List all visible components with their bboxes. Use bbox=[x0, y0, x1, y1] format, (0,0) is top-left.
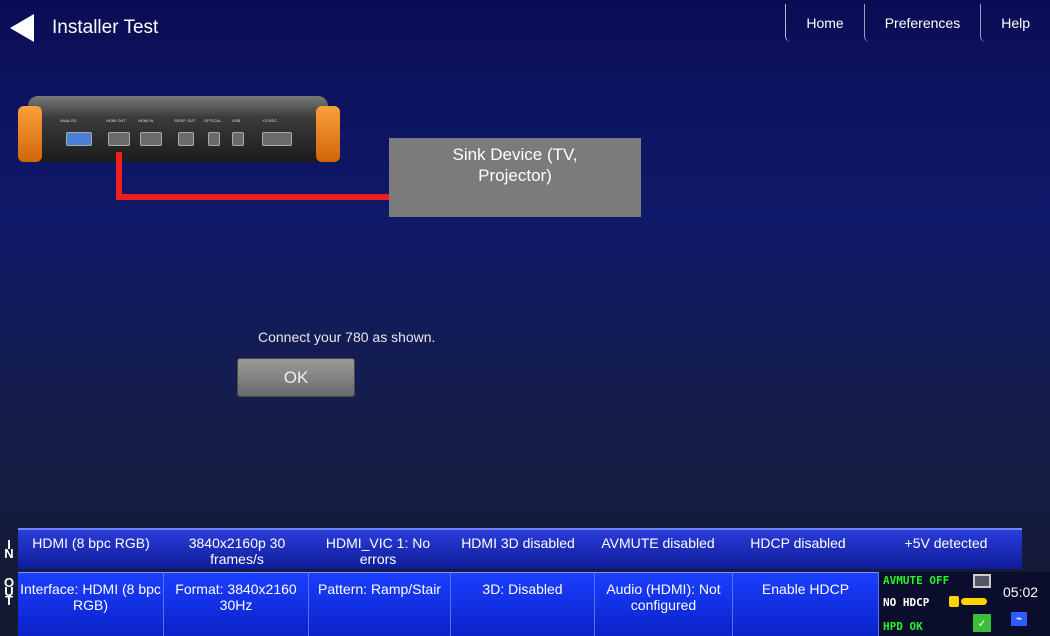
input-avmute: AVMUTE disabled bbox=[601, 535, 715, 551]
port-label: HDMI IN bbox=[138, 118, 154, 123]
port-label: +12VDC bbox=[262, 118, 278, 123]
output-status-bar: Interface: HDMI (8 bpc RGB) Format: 3840… bbox=[18, 572, 1050, 636]
header: Installer Test Home Preferences Help bbox=[0, 0, 1050, 46]
key-icon[interactable] bbox=[961, 598, 987, 605]
input-3d: HDMI 3D disabled bbox=[461, 535, 575, 551]
format-button[interactable]: Format: 3840x2160 30Hz bbox=[164, 572, 309, 636]
left-bumper bbox=[18, 106, 42, 162]
device-top-panel bbox=[28, 96, 328, 118]
page-title: Installer Test bbox=[52, 17, 159, 38]
enable-hdcp-button[interactable]: Enable HDCP bbox=[733, 572, 879, 636]
device-image: ANALOG HDMI OUT HDMI IN SPDIF OUT OPTICA… bbox=[18, 96, 340, 162]
sink-device-box: Sink Device (TV, Projector) bbox=[389, 138, 641, 217]
input-vic: HDMI_VIC 1: No errors bbox=[325, 535, 431, 567]
interface-button[interactable]: Interface: HDMI (8 bpc RGB) bbox=[18, 572, 164, 636]
home-tab[interactable]: Home bbox=[785, 4, 863, 42]
vga-port bbox=[66, 132, 92, 146]
input-5v: +5V detected bbox=[904, 535, 988, 551]
back-arrow-icon[interactable] bbox=[10, 14, 34, 42]
usb-port bbox=[232, 132, 244, 146]
port-label: USB bbox=[232, 118, 241, 123]
network-icon[interactable]: ⌁ bbox=[1011, 612, 1027, 626]
check-icon[interactable]: ✓ bbox=[973, 614, 991, 632]
hpd-indicator: HPD OK bbox=[883, 620, 923, 633]
power-port bbox=[262, 132, 292, 146]
audio-button[interactable]: Audio (HDMI): Not configured bbox=[595, 572, 733, 636]
help-tab[interactable]: Help bbox=[980, 4, 1050, 42]
out-label: OUT bbox=[3, 575, 15, 608]
port-label: HDMI OUT bbox=[106, 118, 126, 123]
lock-icon bbox=[949, 596, 959, 607]
spdif-port bbox=[178, 132, 194, 146]
hdcp-indicator: NO HDCP bbox=[883, 596, 930, 609]
hdmi-cable bbox=[116, 152, 122, 200]
input-status-bar: HDMI (8 bpc RGB) 3840x2160p 30 frames/s … bbox=[18, 528, 1022, 569]
input-interface: HDMI (8 bpc RGB) bbox=[32, 535, 150, 551]
connect-instruction: Connect your 780 as shown. bbox=[258, 329, 436, 345]
signal-status-panel: AVMUTE OFF NO HDCP HPD OK ✓ bbox=[879, 572, 999, 636]
input-hdcp: HDCP disabled bbox=[750, 535, 846, 551]
input-format: 3840x2160p 30 frames/s bbox=[188, 535, 286, 567]
top-nav: Home Preferences Help bbox=[785, 4, 1050, 42]
clock-panel: 05:02 ⌁ bbox=[999, 572, 1050, 636]
hdmi-cable bbox=[116, 194, 392, 200]
monitor-icon[interactable] bbox=[973, 574, 991, 588]
optical-port bbox=[208, 132, 220, 146]
port-label: OPTICAL bbox=[204, 118, 222, 123]
right-bumper bbox=[316, 106, 340, 162]
pattern-button[interactable]: Pattern: Ramp/Stair bbox=[309, 572, 451, 636]
hdmi-out-port bbox=[108, 132, 130, 146]
port-label: ANALOG bbox=[60, 118, 77, 123]
3d-button[interactable]: 3D: Disabled bbox=[451, 572, 595, 636]
hdmi-in-port bbox=[140, 132, 162, 146]
avmute-indicator: AVMUTE OFF bbox=[883, 574, 950, 587]
ok-button[interactable]: OK bbox=[237, 358, 355, 397]
preferences-tab[interactable]: Preferences bbox=[863, 4, 980, 42]
sink-device-label: Sink Device (TV, Projector) bbox=[452, 145, 578, 185]
port-label: SPDIF OUT bbox=[174, 118, 196, 123]
clock-time: 05:02 bbox=[1003, 584, 1039, 600]
in-label: IN bbox=[4, 537, 14, 561]
